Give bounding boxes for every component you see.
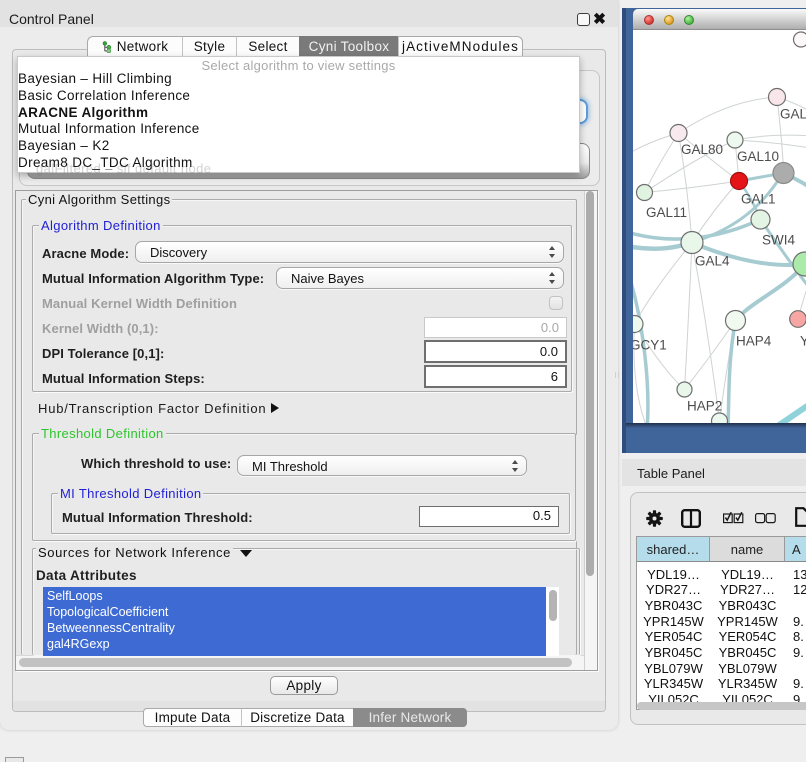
svg-text:SWI4: SWI4 bbox=[762, 233, 795, 248]
svg-text:GAL2: GAL2 bbox=[780, 107, 806, 122]
svg-text:GAL10: GAL10 bbox=[737, 149, 779, 164]
svg-text:GAL4: GAL4 bbox=[695, 254, 730, 269]
svg-text:GCY1: GCY1 bbox=[633, 338, 667, 353]
svg-text:HAP2: HAP2 bbox=[687, 399, 722, 414]
svg-text:GAL80: GAL80 bbox=[681, 142, 723, 157]
svg-text:GAL11: GAL11 bbox=[646, 205, 687, 220]
svg-text:GAL1: GAL1 bbox=[741, 192, 776, 207]
svg-text:HAP4: HAP4 bbox=[736, 334, 772, 349]
svg-text:Y: Y bbox=[800, 334, 806, 349]
